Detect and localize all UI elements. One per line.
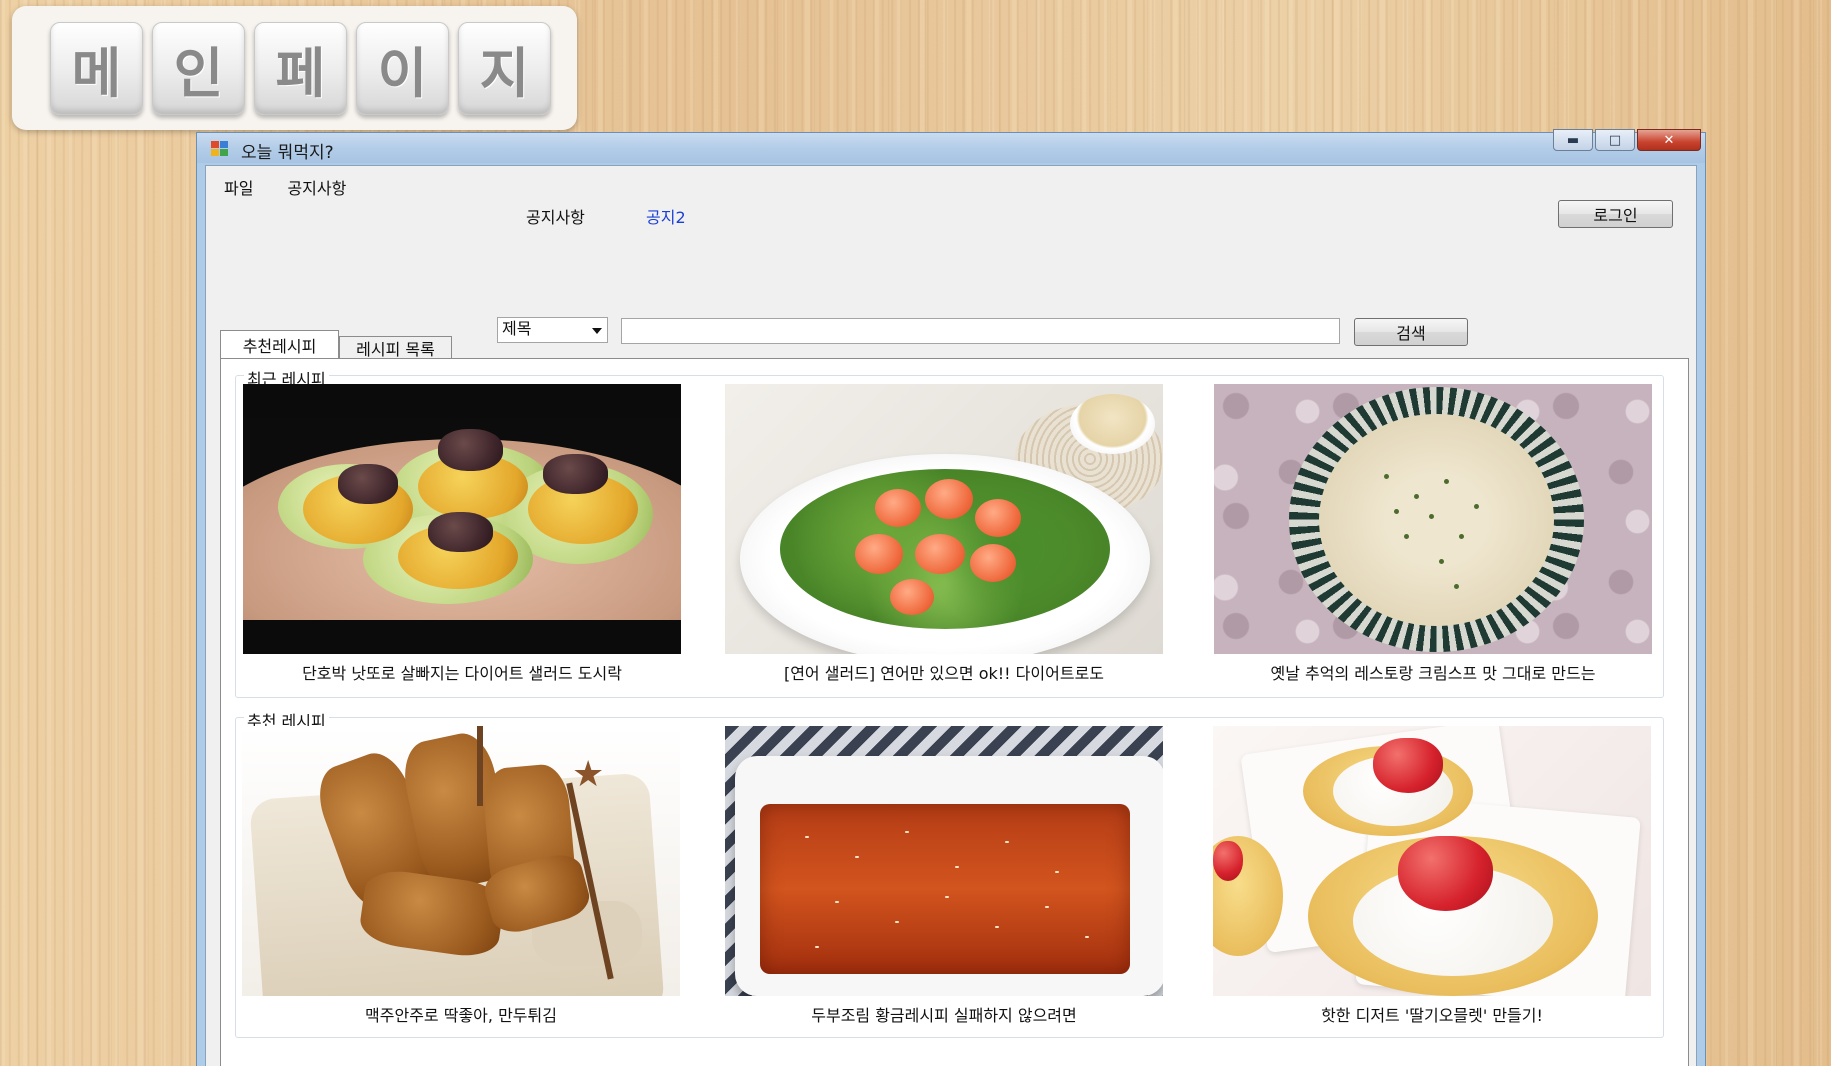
minimize-button[interactable]: ▬ [1553,129,1593,151]
tab-recipe-list[interactable]: 레시피 목록 [339,336,452,359]
maximize-icon: □ [1608,132,1622,148]
window-titlebar[interactable]: 오늘 뭐먹지? ▬ □ ✕ [197,129,1705,163]
title-letter-tile: 지 [458,21,551,115]
search-field-select[interactable]: 제목 [497,317,608,343]
recipe-card[interactable]: 두부조림 황금레시피 실패하지 않으려면 [725,726,1163,1026]
window-title: 오늘 뭐먹지? [241,143,334,163]
search-button[interactable]: 검색 [1354,318,1468,346]
tab-recommended-recipes[interactable]: 추천레시피 [220,330,339,358]
title-letter-tile: 메 [50,21,143,115]
recipe-image[interactable] [1213,726,1651,996]
recipe-image[interactable] [243,384,681,654]
recipe-image[interactable] [725,384,1163,654]
title-letter-tile: 인 [152,21,245,115]
recipe-caption[interactable]: [연어 샐러드] 연어만 있으면 ok!! 다이어트로도 [725,660,1163,684]
recipe-caption[interactable]: 단호박 낫또로 살빠지는 다이어트 샐러드 도시락 [243,660,681,684]
menu-item-file[interactable]: 파일 [220,173,257,201]
recipe-card[interactable]: ★ 맥주안주로 딱좋아, 만두튀김 [242,726,680,1026]
recipe-card[interactable]: 핫한 디저트 '딸기오믈렛' 만들기! [1213,726,1651,1026]
recent-recipes-group: 최근 레시피 단호박 낫또로 살빠지는 다이어트 샐러드 도시락 [연어 샐러드… [235,366,1664,698]
recipe-card[interactable]: [연어 샐러드] 연어만 있으면 ok!! 다이어트로도 [725,384,1163,684]
title-letter-tile: 이 [356,21,449,115]
recipe-card[interactable]: 단호박 낫또로 살빠지는 다이어트 샐러드 도시락 [243,384,681,684]
window-client-area: 파일 공지사항 공지사항 공지2 로그인 제목 검색 추천레시피 레시피 목록 … [205,165,1697,1066]
dropdown-arrow-icon [592,328,602,334]
recipe-card[interactable]: 옛날 추억의 레스토랑 크림스프 맛 그대로 만드는 [1214,384,1652,684]
tab-panel: 최근 레시피 단호박 낫또로 살빠지는 다이어트 샐러드 도시락 [연어 샐러드… [220,358,1689,1066]
recipe-image[interactable]: ★ [242,726,680,996]
window-controls: ▬ □ ✕ [1553,129,1701,151]
search-field-value: 제목 [502,319,532,338]
close-icon: ✕ [1663,132,1675,148]
recipe-caption[interactable]: 핫한 디저트 '딸기오믈렛' 만들기! [1213,1002,1651,1026]
recipe-image[interactable] [1214,384,1652,654]
recipe-caption[interactable]: 옛날 추억의 레스토랑 크림스프 맛 그대로 만드는 [1214,660,1652,684]
menu-bar: 파일 공지사항 [220,173,350,201]
close-button[interactable]: ✕ [1637,129,1701,151]
notice-link[interactable]: 공지2 [646,204,686,228]
app-window: 오늘 뭐먹지? ▬ □ ✕ 파일 공지사항 공지사항 공지2 로그인 제목 검색… [196,129,1706,1066]
recipe-caption[interactable]: 두부조림 황금레시피 실패하지 않으려면 [725,1002,1163,1026]
app-icon[interactable] [211,141,229,156]
login-button[interactable]: 로그인 [1558,200,1673,228]
title-letter-tile: 페 [254,21,347,115]
page-title-banner: 메 인 페 이 지 [12,6,577,130]
notice-label: 공지사항 [526,208,585,227]
maximize-button[interactable]: □ [1595,129,1635,151]
search-input[interactable] [621,318,1340,344]
recipe-caption[interactable]: 맥주안주로 딱좋아, 만두튀김 [242,1002,680,1026]
recommended-recipes-group: 추천 레시피 ★ 맥주안주로 딱좋아, 만두튀김 두부조림 황금레시피 실패하지… [235,708,1664,1038]
menu-item-notice[interactable]: 공지사항 [283,173,350,201]
minimize-icon: ▬ [1566,132,1580,148]
recipe-image[interactable] [725,726,1163,996]
